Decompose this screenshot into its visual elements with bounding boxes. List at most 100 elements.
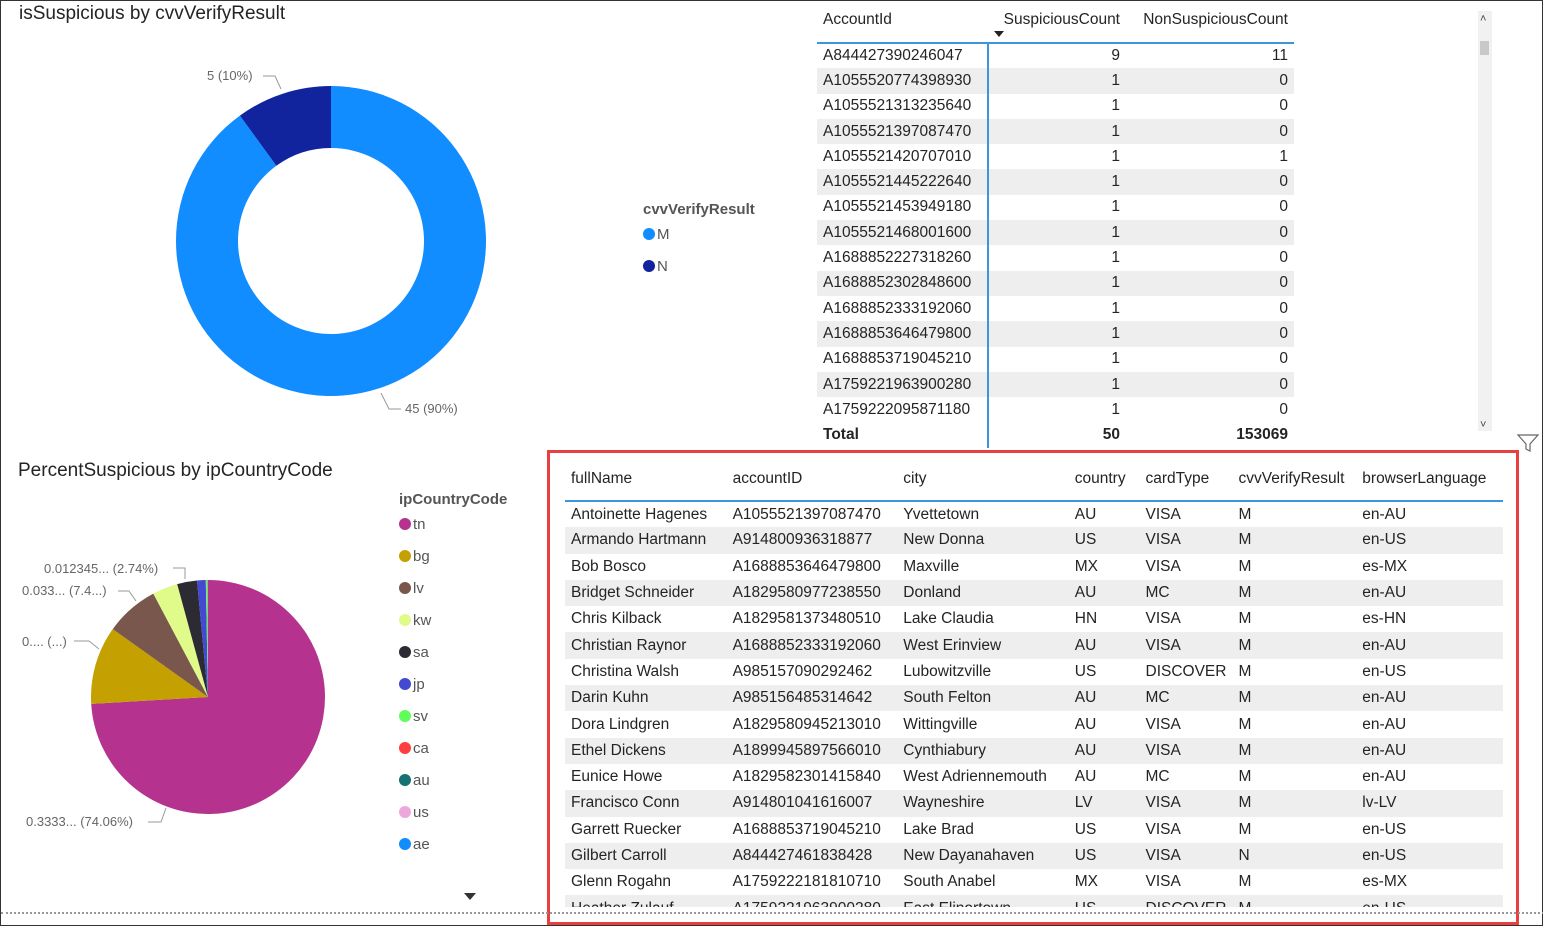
table-row[interactable]: Glenn Rogahn A1759222181810710 South Anabe… xyxy=(565,869,1503,895)
column-header-browserLanguage[interactable]: browserLanguage xyxy=(1356,457,1503,502)
legend-label: ae xyxy=(413,835,430,853)
column-header-cvvVerifyResult[interactable]: cvvVerifyResult xyxy=(1232,457,1357,502)
table-row[interactable]: A1759221963900280 1 0 xyxy=(817,371,1294,398)
table-row[interactable]: Chris Kilback A1829581373480510 Lake Claud… xyxy=(565,606,1503,632)
legend-item-N[interactable]: N xyxy=(643,250,755,282)
legend-item-jp[interactable]: jp xyxy=(399,668,507,700)
table-row[interactable]: A1055521397087470 1 0 xyxy=(817,118,1294,145)
column-header-country[interactable]: country xyxy=(1068,457,1140,502)
table-row[interactable]: Eunice Howe A1829582301415840 West Adrienn… xyxy=(565,764,1503,790)
table-row[interactable]: Heather ZulaufA1759221963900280East Elin… xyxy=(565,895,1503,907)
column-header-NonSuspiciousCount[interactable]: NonSuspiciousCount xyxy=(1126,1,1294,44)
cell-cardType: MC xyxy=(1145,768,1170,786)
cell-NonSuspiciousCount: 0 xyxy=(1279,400,1288,418)
table-row[interactable]: A1688853719045210 1 0 xyxy=(817,346,1294,372)
legend-item-tn[interactable]: tn xyxy=(399,508,507,540)
column-header-cardType[interactable]: cardType xyxy=(1139,457,1233,502)
cell-SuspiciousCount: 1 xyxy=(1111,400,1120,418)
leader-line-m xyxy=(380,392,401,410)
cell-country: AU xyxy=(1074,768,1097,786)
cell-fullName: Ethel Dickens xyxy=(565,737,727,764)
cell-accountID: A1759222181810710 xyxy=(732,873,881,891)
cell-country: AU xyxy=(1068,737,1140,764)
cell-city: Lake Claudia xyxy=(903,610,994,628)
table-row[interactable]: A844427390246047 9 11 xyxy=(817,43,1294,69)
legend-item-kw[interactable]: kw xyxy=(399,604,507,636)
cell-city: South Felton xyxy=(897,685,1069,712)
table-row[interactable]: A1055521468001600 1 0 xyxy=(817,220,1294,246)
summary-table: AccountId SuspiciousCount NonSuspiciousCou… xyxy=(817,1,1294,448)
table-row[interactable]: Ethel Dickens A1899945897566010 Cynthiabur… xyxy=(565,737,1503,764)
cell-browserLanguage: en-AU xyxy=(1362,768,1407,786)
legend-label: au xyxy=(413,771,430,789)
table-row[interactable]: A1055520774398930 1 0 xyxy=(817,68,1294,94)
legend-item-au[interactable]: au xyxy=(399,764,507,796)
total-cell: Total xyxy=(817,422,989,448)
total-cell: 153069 xyxy=(1126,422,1294,448)
table-row[interactable]: Antoinette Hagenes A1055521397087470 Yvett… xyxy=(565,501,1503,527)
legend-item-ae[interactable]: ae xyxy=(399,828,507,860)
legend-label: ca xyxy=(413,739,429,757)
cell-accountID: A1759221963900280 xyxy=(726,895,898,907)
table-row[interactable]: A1688852333192060 1 0 xyxy=(817,295,1294,322)
table-row[interactable]: Bob Bosco A1688853646479800 Maxville MX VISA… xyxy=(565,554,1503,580)
table-row[interactable]: A1055521420707010 1 1 xyxy=(817,144,1294,170)
column-header-SuspiciousCount[interactable]: SuspiciousCount xyxy=(988,1,1126,44)
legend-label: sv xyxy=(413,707,428,725)
table-row[interactable]: Dora Lindgren A1829580945213010 Wittingvil… xyxy=(565,711,1503,737)
table-row[interactable]: Christian Raynor A1688852333192060 West Er… xyxy=(565,632,1503,659)
cell-NonSuspiciousCount: 0 xyxy=(1126,118,1294,145)
legend-item-us[interactable]: us xyxy=(399,796,507,828)
column-header-city[interactable]: city xyxy=(897,457,1069,502)
scrollbar-thumb[interactable] xyxy=(1480,41,1489,55)
cell-SuspiciousCount: 1 xyxy=(988,371,1126,398)
table-row[interactable]: Armando Hartmann A914800936318877 New Donn… xyxy=(565,527,1503,554)
cell-NonSuspiciousCount: 0 xyxy=(1279,97,1288,115)
legend-item-sa[interactable]: sa xyxy=(399,636,507,668)
legend-item-bg[interactable]: bg xyxy=(399,540,507,572)
scroll-down-icon[interactable]: ˅ xyxy=(1480,419,1486,431)
table-row[interactable]: A1688852302848600 1 0 xyxy=(817,270,1294,296)
table-row[interactable]: Gilbert Carroll A844427461838428 New Dayan… xyxy=(565,842,1503,870)
cell-SuspiciousCount: 1 xyxy=(988,118,1126,145)
cell-city: Yvettetown xyxy=(903,505,980,523)
table-row[interactable]: Garrett Ruecker A1688853719045210 Lake Bra… xyxy=(565,817,1503,843)
legend-item-ca[interactable]: ca xyxy=(399,732,507,764)
cell-country: AU xyxy=(1068,685,1140,712)
cell-city: Wittingville xyxy=(903,715,978,733)
cell-country: AU xyxy=(1068,632,1140,659)
cell-browserLanguage: en-AU xyxy=(1356,579,1503,607)
column-header-fullName[interactable]: fullName xyxy=(565,457,727,502)
table-row[interactable]: A1055521445222640 1 0 xyxy=(817,169,1294,195)
cell-city: Wayneshire xyxy=(897,790,1069,817)
column-header-AccountId[interactable]: AccountId xyxy=(817,1,988,44)
column-header-accountID[interactable]: accountID xyxy=(726,457,898,502)
legend-item-M[interactable]: M xyxy=(643,218,755,250)
cell-cardType: DISCOVER xyxy=(1139,895,1233,907)
cell-browserLanguage: en-AU xyxy=(1362,505,1407,523)
filter-icon[interactable] xyxy=(1516,433,1540,453)
cell-cvvVerifyResult: M xyxy=(1238,505,1252,523)
table-row[interactable]: Darin Kuhn A985156485314642 South Felton AU… xyxy=(565,685,1503,712)
cell-cardType: VISA xyxy=(1139,632,1233,659)
legend-item-lv[interactable]: lv xyxy=(399,572,507,604)
table-row[interactable]: A1688852227318260 1 0 xyxy=(817,245,1294,271)
cell-NonSuspiciousCount: 1 xyxy=(1279,147,1288,165)
table-row[interactable]: Bridget Schneider A1829580977238550 Donlan… xyxy=(565,579,1503,607)
cell-cvvVerifyResult: N xyxy=(1232,842,1357,870)
table-row[interactable]: A1055521313235640 1 0 xyxy=(817,93,1294,119)
table-row[interactable]: Francisco Conn A914801041616007 Wayneshire… xyxy=(565,790,1503,817)
cell-country: LV xyxy=(1068,790,1140,817)
cell-SuspiciousCount: 1 xyxy=(1111,299,1120,317)
table-row[interactable]: A1055521453949180 1 0 xyxy=(817,194,1294,221)
summary-table-scrollbar[interactable]: ˄ ˅ xyxy=(1478,11,1492,431)
legend-scroll-down-icon[interactable] xyxy=(464,893,476,900)
cell-city: South Anabel xyxy=(903,873,996,891)
table-row[interactable]: A1688853646479800 1 0 xyxy=(817,321,1294,347)
cell-cvvVerifyResult: M xyxy=(1238,662,1252,680)
scroll-up-icon[interactable]: ˄ xyxy=(1480,13,1486,25)
cell-fullName: Chris Kilback xyxy=(571,610,662,628)
legend-item-sv[interactable]: sv xyxy=(399,700,507,732)
table-row[interactable]: A1759222095871180 1 0 xyxy=(817,397,1294,423)
table-row[interactable]: Christina Walsh A985157090292462 Lubowitzv… xyxy=(565,659,1503,685)
